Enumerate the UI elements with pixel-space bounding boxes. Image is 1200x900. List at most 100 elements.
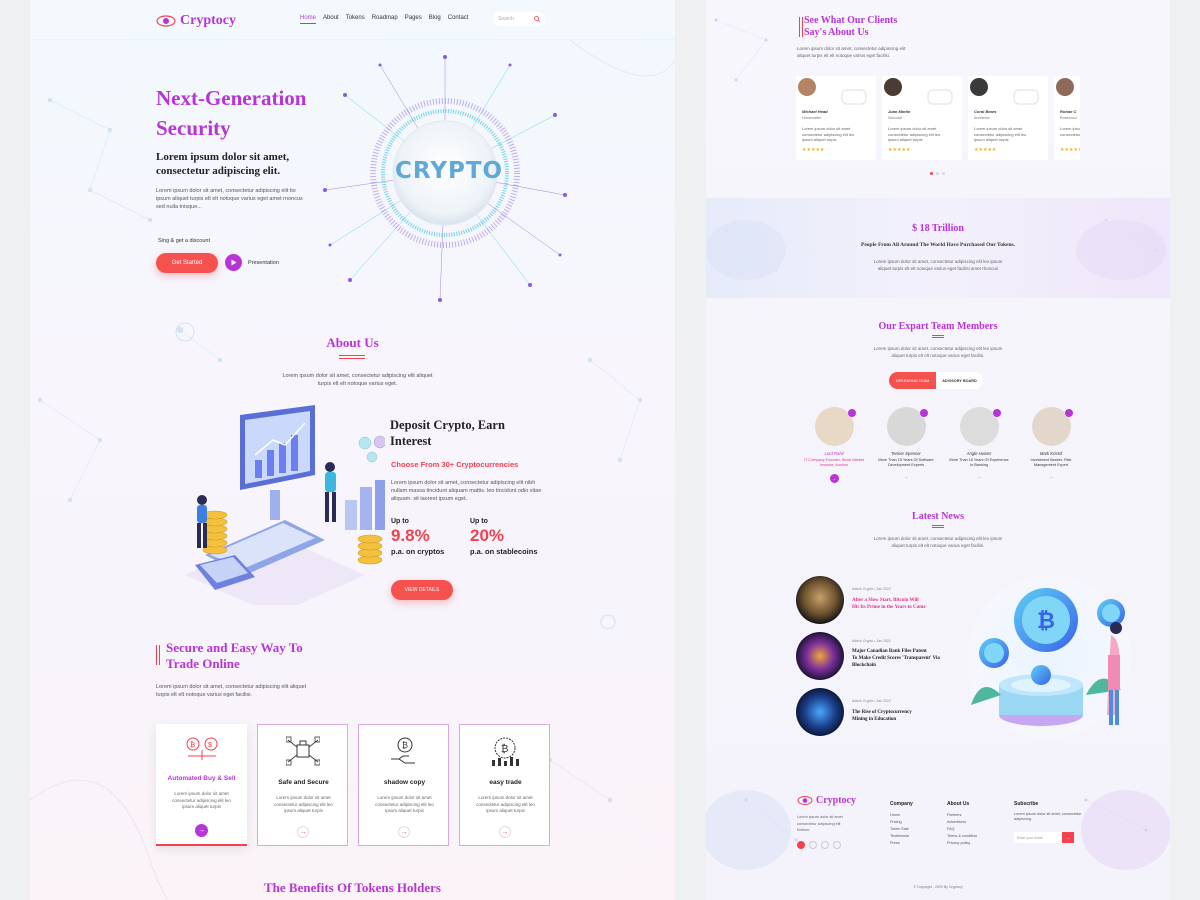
team-member: Mark Kristof Investment Banker, Risk Man… — [1020, 407, 1082, 480]
carousel-dot[interactable] — [930, 172, 933, 175]
footer-link[interactable]: Advertisers — [947, 819, 977, 826]
linkedin-icon[interactable] — [821, 841, 829, 849]
search-input[interactable]: Search — [498, 16, 514, 22]
testimonial-role: Architecte — [974, 116, 990, 120]
carousel-dot[interactable] — [936, 172, 939, 175]
presentation-link[interactable]: Presentation — [225, 254, 279, 271]
arrow-right-icon[interactable]: → — [1020, 474, 1082, 480]
footer-link[interactable]: Pricing — [890, 819, 913, 826]
deposit-illustration — [185, 405, 385, 605]
play-icon[interactable] — [225, 254, 242, 271]
footer-link[interactable]: Terms & condition — [947, 833, 977, 840]
testimonial-name: Juan Martin — [888, 109, 911, 114]
news-thumbnail — [796, 576, 844, 624]
send-arrow-icon[interactable]: → — [1062, 832, 1074, 843]
rating-stars: ★★★★★ — [974, 147, 997, 153]
share-badge-icon[interactable] — [992, 409, 1001, 417]
share-badge-icon[interactable] — [847, 409, 856, 417]
view-details-button[interactable]: VIEW DETAILS — [391, 580, 453, 600]
hero-subtitle: Lorem ipsum dolor sit amet, consectetur … — [156, 150, 289, 178]
security-circuit-icon — [286, 736, 320, 766]
footer-link[interactable]: Testimonial — [890, 833, 913, 840]
news-headline-line1: Major Canadian Bank Files Patent — [852, 649, 927, 654]
news-item[interactable]: Admin Crypto • Jan 2022 Major Canadian B… — [796, 632, 966, 680]
twitter-icon[interactable] — [809, 841, 817, 849]
nav-roadmap[interactable]: Roadmap — [372, 15, 398, 24]
feature-text: Lorem ipsum dolor sit amet consectetur a… — [274, 795, 333, 813]
deposit-title: Deposit Crypto, Earn Interest — [390, 417, 505, 449]
team-title: Our Expart Team Members — [878, 321, 998, 332]
news-item[interactable]: Admin Crypto • Jan 2022 The Rise of Cryp… — [796, 688, 966, 736]
nav-tokens[interactable]: Tokens — [346, 15, 365, 24]
tab-advisory-board[interactable]: ADVISORY BOARD — [936, 372, 983, 389]
brand-logo[interactable]: Cryptocy — [156, 13, 236, 29]
footer-link[interactable]: Home — [890, 812, 913, 819]
svg-text:$: $ — [208, 742, 212, 749]
arrow-right-icon[interactable]: → — [829, 474, 839, 483]
facebook-icon[interactable] — [797, 841, 805, 849]
email-input[interactable]: Enter your email — [1014, 832, 1062, 843]
instagram-icon[interactable] — [833, 841, 841, 849]
secure-title-line2: Trade Online — [166, 656, 240, 671]
arrow-right-icon[interactable]: → — [875, 474, 937, 480]
footer-link[interactable]: Privacy policy — [947, 840, 977, 847]
arrow-right-icon[interactable]: → — [297, 826, 309, 838]
get-started-button[interactable]: Get Started — [156, 253, 218, 273]
footer-link[interactable]: FAQ — [947, 826, 977, 833]
hero-body: Lorem ipsum dolor sit amet, consectetur … — [156, 188, 303, 210]
secure-accent-bar — [156, 645, 160, 665]
testimonial-card: Coral Bears Architecte Lorem ipsum dolor… — [968, 76, 1048, 160]
testimonial-card-partial: Rohan C Rosewood Lorem ipsum dolor sit a… — [1054, 76, 1080, 160]
nav-home[interactable]: Home — [300, 15, 317, 24]
news-headline[interactable]: Major Canadian Bank Files Patent To Make… — [852, 648, 944, 669]
tab-operating-team[interactable]: OPERATING TEAM — [889, 372, 936, 389]
avatar — [814, 407, 856, 446]
share-badge-icon[interactable] — [919, 409, 928, 417]
footer-subscribe-column: Subscribe Lorem ipsum dolor sit amet, co… — [1014, 801, 1084, 843]
nav-pages[interactable]: Pages — [405, 15, 422, 24]
nav-blog[interactable]: Blog — [429, 15, 441, 24]
news-meta: Admin Crypto • Jan 2022 — [852, 587, 891, 591]
arrow-right-icon[interactable]: → — [499, 826, 511, 838]
avatar — [884, 78, 902, 96]
team-divider — [932, 335, 944, 338]
member-name: Mark Kristof — [1039, 451, 1063, 456]
news-headline[interactable]: After a Slow Start, Bitcoin Will Hit Its… — [852, 597, 926, 611]
carousel-dot[interactable] — [942, 172, 945, 175]
arrow-right-icon[interactable]: → — [398, 826, 410, 838]
team-member: Tenner Spencer More Than 15 Years Of Sof… — [875, 407, 937, 480]
stat-cryptos: Up to 9.8% p.a. on cryptos — [391, 518, 444, 556]
about-text: Lorem ipsum dolor sit amet, consectetur … — [282, 373, 433, 387]
hero-title-line2: Security — [156, 116, 231, 140]
footer-link[interactable]: Press — [890, 840, 913, 847]
search-icon[interactable] — [534, 16, 540, 22]
share-badge-icon[interactable] — [1064, 409, 1073, 417]
avatar — [970, 78, 988, 96]
footer-link[interactable]: Token Sale — [890, 826, 913, 833]
stat2-label: p.a. on stablecoins — [470, 547, 538, 556]
nav-contact[interactable]: Contact — [448, 15, 469, 24]
feature-card-automated[interactable]: ₿ $ Automated Buy & Sell Lorem ipsum dolo… — [156, 724, 247, 846]
arrow-right-icon[interactable]: → — [195, 824, 208, 837]
clients-text: Lorem ipsum dolor sit amet, consectetur … — [797, 46, 906, 58]
presentation-label: Presentation — [248, 259, 279, 266]
avatar — [1056, 78, 1074, 96]
feature-card-shadow-copy[interactable]: ₿ shadow copy Lorem ipsum dolor sit amet… — [358, 724, 449, 846]
news-headline[interactable]: The Rise of Cryptocurrency Mining in Edu… — [852, 709, 912, 723]
team-text: Lorem ipsum dolor sit amet, consectetur … — [873, 346, 1003, 358]
feature-card-safe[interactable]: Safe and Secure Lorem ipsum dolor sit am… — [257, 724, 348, 846]
testimonial-name: Michael Head — [802, 109, 828, 114]
news-item[interactable]: Admin Crypto • Jan 2022 After a Slow Sta… — [796, 576, 966, 624]
search-box[interactable]: Search — [493, 12, 545, 26]
benefits-title: The Benefits Of Tokens Holders — [264, 880, 441, 895]
nav-about[interactable]: About — [323, 15, 339, 24]
avatar — [959, 407, 1001, 446]
testimonial-text: Lorem ipsum dolor sit amet consectetur a… — [1060, 126, 1080, 137]
member-name: Angle Hunter — [966, 451, 992, 456]
feature-card-easy-trade[interactable]: ₿ easy trade Lorem ipsum dolor sit amet … — [459, 724, 550, 846]
logo-icon — [797, 796, 813, 805]
arrow-right-icon[interactable]: → — [948, 474, 1010, 480]
footer-link[interactable]: Partners — [947, 812, 977, 819]
footer-brand[interactable]: Cryptocy — [797, 795, 856, 806]
crypto-coins-illustration: ₿ — [967, 575, 1131, 739]
